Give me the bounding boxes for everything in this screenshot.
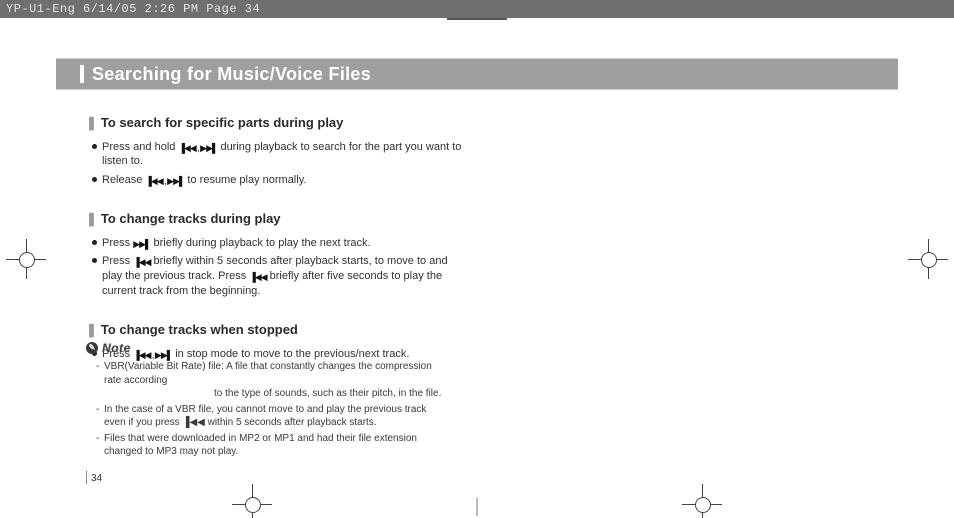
crop-mark-top xyxy=(447,18,507,20)
note-block: ✎ Note VBR(Variable Bit Rate) file: A fi… xyxy=(86,340,446,461)
crop-mark-bottom xyxy=(477,498,478,516)
registration-mark-icon xyxy=(908,239,948,279)
prev-next-icon: ▐◀◀ , ▶▶▌ xyxy=(145,175,184,187)
section-change-tracks-play: ❚ To change tracks during play Press ▶▶▌ … xyxy=(86,210,466,299)
prev-icon: ▐◀◀ xyxy=(133,256,150,268)
text-fragment: Release xyxy=(102,174,145,186)
section-search-parts: ❚ To search for specific parts during pla… xyxy=(86,114,466,188)
bullet-list: Press and hold ▐◀◀ , ▶▶▌ during playback… xyxy=(92,140,466,189)
page-title: Searching for Music/Voice Files xyxy=(92,59,371,89)
title-accent xyxy=(80,65,84,83)
note-item: Files that were downloaded in MP2 or MP1… xyxy=(96,432,446,459)
text-fragment: VBR(Variable Bit Rate) file: A file that… xyxy=(104,361,432,386)
note-item: In the case of a VBR file, you cannot mo… xyxy=(96,403,446,430)
list-item: Press and hold ▐◀◀ , ▶▶▌ during playback… xyxy=(92,140,466,170)
text-fragment: briefly during playback to play the next… xyxy=(150,237,370,249)
section-heading: ❚ To change tracks during play xyxy=(86,210,466,228)
list-item: Press ▶▶▌ briefly during playback to pla… xyxy=(92,236,466,251)
registration-mark-icon xyxy=(232,484,272,518)
registration-mark-icon xyxy=(682,484,722,518)
heading-text: To change tracks during play xyxy=(101,211,281,226)
title-band: Searching for Music/Voice Files xyxy=(56,58,898,90)
section-heading: ❚ To change tracks when stopped xyxy=(86,321,466,339)
heading-bar-icon: ❚ xyxy=(86,322,97,337)
page-frame: Searching for Music/Voice Files ❚ To sear… xyxy=(56,40,898,490)
section-heading: ❚ To search for specific parts during pla… xyxy=(86,114,466,132)
page-number: 34 xyxy=(86,471,102,484)
heading-bar-icon: ❚ xyxy=(86,211,97,226)
heading-bar-icon: ❚ xyxy=(86,115,97,130)
file-meta-bar: YP-U1-Eng 6/14/05 2:26 PM Page 34 xyxy=(0,0,954,18)
text-fragment: to the type of sounds, such as their pit… xyxy=(104,387,446,401)
note-heading: ✎ Note xyxy=(86,340,446,356)
note-list: VBR(Variable Bit Rate) file: A file that… xyxy=(96,360,446,459)
registration-mark-icon xyxy=(6,239,46,279)
text-fragment: Press xyxy=(102,237,133,249)
note-item: VBR(Variable Bit Rate) file: A file that… xyxy=(96,360,446,401)
text-fragment: to resume play normally. xyxy=(184,174,306,186)
bullet-list: Press ▶▶▌ briefly during playback to pla… xyxy=(92,236,466,299)
heading-text: To change tracks when stopped xyxy=(101,322,298,337)
note-label: Note xyxy=(102,340,131,356)
next-icon: ▶▶▌ xyxy=(133,238,150,250)
text-fragment: Press and hold xyxy=(102,141,178,153)
note-badge-icon: ✎ xyxy=(86,342,98,354)
prev-icon: ▐◀◀ xyxy=(249,271,266,283)
file-meta-text: YP-U1-Eng 6/14/05 2:26 PM Page 34 xyxy=(6,2,260,16)
list-item: Release ▐◀◀ , ▶▶▌ to resume play normall… xyxy=(92,173,466,188)
text-fragment: Press xyxy=(102,255,133,267)
prev-next-icon: ▐◀◀ , ▶▶▌ xyxy=(178,142,217,154)
list-item: Press ▐◀◀ briefly within 5 seconds after… xyxy=(92,254,466,299)
heading-text: To search for specific parts during play xyxy=(101,115,344,130)
